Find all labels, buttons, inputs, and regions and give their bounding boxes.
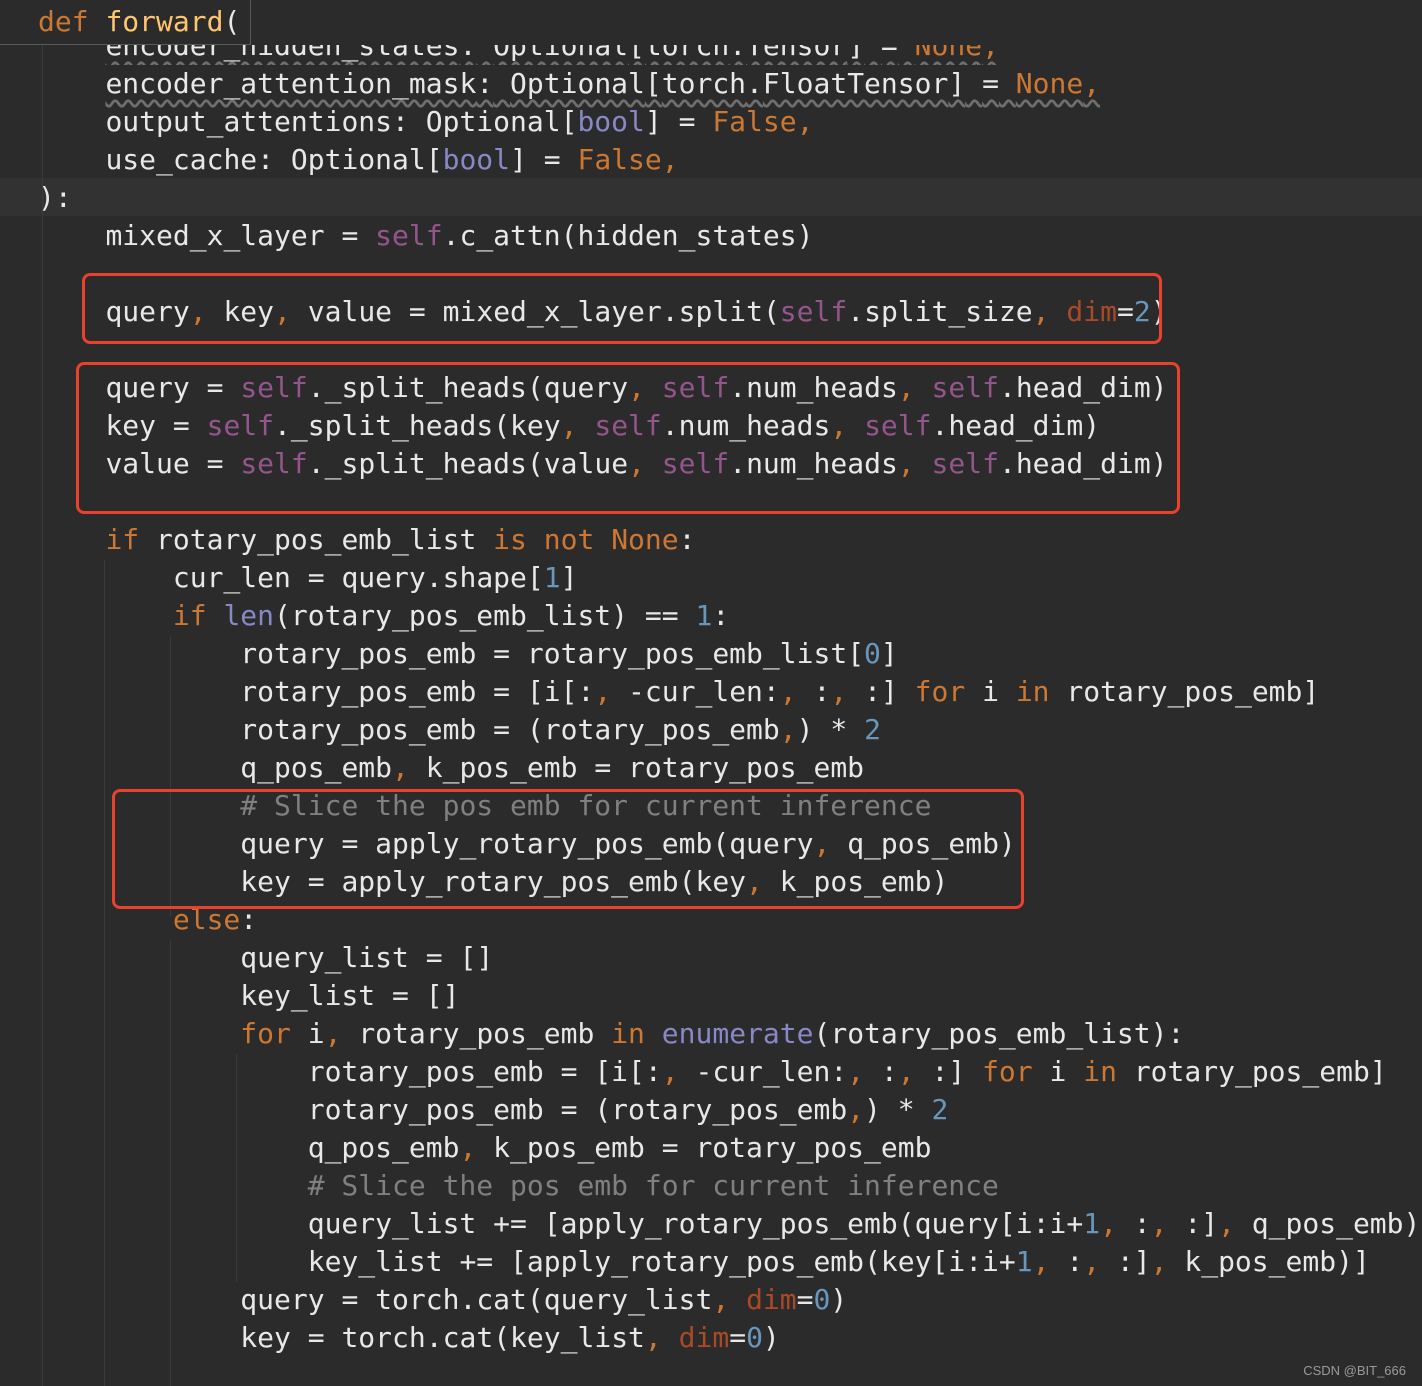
sticky-function-header[interactable]: def forward(: [0, 0, 251, 45]
code-line[interactable]: rotary_pos_emb = rotary_pos_emb_list[0]: [38, 635, 897, 673]
code-editor[interactable]: encoder_hidden_states: Optional[torch.Te…: [0, 0, 1422, 1386]
code-line[interactable]: query_list = []: [38, 939, 493, 977]
code-line[interactable]: query_list += [apply_rotary_pos_emb(quer…: [38, 1205, 1422, 1243]
highlight-box-split: [82, 273, 1162, 344]
code-line[interactable]: query = torch.cat(query_list, dim=0): [38, 1281, 847, 1319]
highlight-box-apply-rotary: [112, 789, 1024, 909]
code-line[interactable]: output_attentions: Optional[bool] = Fals…: [38, 103, 813, 141]
watermark: CSDN @BIT_666: [1303, 1363, 1406, 1378]
highlight-box-split-heads: [76, 362, 1180, 514]
code-line[interactable]: ):: [38, 179, 72, 217]
code-line[interactable]: rotary_pos_emb = [i[:, -cur_len:, :, :] …: [38, 1053, 1387, 1091]
code-line[interactable]: if len(rotary_pos_emb_list) == 1:: [38, 597, 729, 635]
code-line[interactable]: key_list += [apply_rotary_pos_emb(key[i:…: [38, 1243, 1370, 1281]
code-line[interactable]: rotary_pos_emb = (rotary_pos_emb,) * 2: [38, 711, 881, 749]
code-line[interactable]: # Slice the pos emb for current inferenc…: [38, 1167, 999, 1205]
sticky-header-line: def forward(: [38, 5, 241, 38]
code-line[interactable]: rotary_pos_emb = [i[:, -cur_len:, :, :] …: [38, 673, 1319, 711]
code-line[interactable]: encoder_attention_mask: Optional[torch.F…: [38, 65, 1100, 103]
code-line[interactable]: use_cache: Optional[bool] = False,: [38, 141, 678, 179]
code-line[interactable]: mixed_x_layer = self.c_attn(hidden_state…: [38, 217, 813, 255]
code-line[interactable]: for i, rotary_pos_emb in enumerate(rotar…: [38, 1015, 1184, 1053]
code-line[interactable]: q_pos_emb, k_pos_emb = rotary_pos_emb: [38, 1129, 932, 1167]
code-line[interactable]: cur_len = query.shape[1]: [38, 559, 578, 597]
code-line[interactable]: q_pos_emb, k_pos_emb = rotary_pos_emb: [38, 749, 864, 787]
code-line[interactable]: if rotary_pos_emb_list is not None:: [38, 521, 695, 559]
code-line[interactable]: key = torch.cat(key_list, dim=0): [38, 1319, 779, 1357]
code-line[interactable]: rotary_pos_emb = (rotary_pos_emb,) * 2: [38, 1091, 949, 1129]
code-line[interactable]: key_list = []: [38, 977, 459, 1015]
current-line-highlight: [0, 178, 1422, 216]
